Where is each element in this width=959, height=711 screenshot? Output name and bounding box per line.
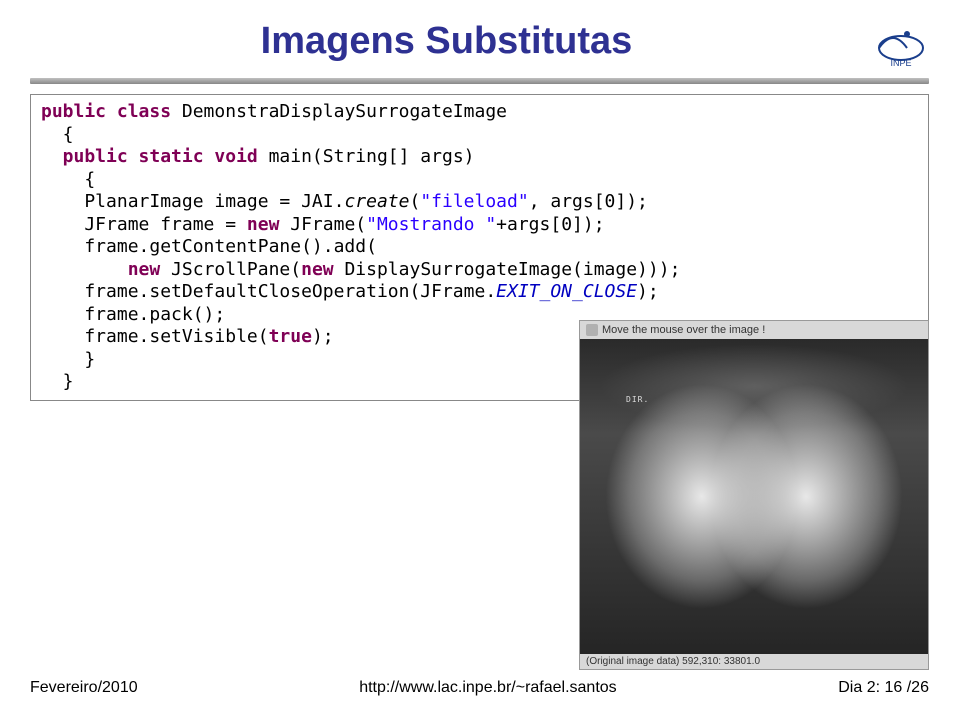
- code-token: +args[0]);: [496, 214, 604, 235]
- code-token: JFrame frame =: [41, 214, 247, 235]
- code-token: (: [409, 191, 420, 212]
- preview-status-bar: (Original image data) 592,310: 33801.0: [580, 654, 928, 669]
- code-token: );: [637, 281, 659, 302]
- footer: Fevereiro/2010 http://www.lac.inpe.br/~r…: [0, 679, 959, 697]
- logo-text: INPE: [890, 58, 911, 68]
- window-icon: [586, 324, 598, 336]
- code-token: frame.getContentPane().add(: [41, 236, 377, 257]
- code-token: public static void: [41, 146, 258, 167]
- code-token: new: [301, 259, 334, 280]
- xray-dir-label: DIR.: [626, 395, 649, 404]
- footer-page: Dia 2: 16 /26: [838, 679, 929, 697]
- xray-image: DIR.: [580, 339, 928, 654]
- footer-url: http://www.lac.inpe.br/~rafael.santos: [359, 679, 616, 697]
- code-token: new: [247, 214, 280, 235]
- code-token: frame.pack();: [41, 304, 225, 325]
- code-token: DisplaySurrogateImage(image)));: [334, 259, 681, 280]
- code-token: "Mostrando ": [366, 214, 496, 235]
- code-token: EXIT_ON_CLOSE: [496, 281, 637, 302]
- code-token: public class: [41, 101, 171, 122]
- footer-date: Fevereiro/2010: [30, 679, 138, 697]
- preview-title-text: Move the mouse over the image !: [602, 324, 765, 336]
- code-token: , args[0]);: [529, 191, 648, 212]
- code-token: new: [41, 259, 160, 280]
- code-token: JFrame(: [279, 214, 366, 235]
- code-token: create: [344, 191, 409, 212]
- code-token: PlanarImage image = JAI.: [41, 191, 344, 212]
- image-preview-window: Move the mouse over the image ! DIR. (Or…: [579, 320, 929, 670]
- code-token: }: [41, 349, 95, 370]
- code-token: );: [312, 326, 334, 347]
- footer-page-number: 16 /26: [880, 679, 929, 696]
- code-token: "fileload": [420, 191, 528, 212]
- code-token: frame.setVisible(: [41, 326, 269, 347]
- code-token: {: [41, 169, 95, 190]
- code-token: JScrollPane(: [160, 259, 301, 280]
- page-title: Imagens Substitutas: [30, 20, 863, 63]
- code-token: }: [41, 371, 74, 392]
- footer-day-label: Dia 2:: [838, 679, 880, 696]
- code-token: main(String[] args): [258, 146, 475, 167]
- inpe-logo: INPE: [873, 20, 929, 68]
- title-divider: [30, 78, 929, 84]
- code-token: frame.setDefaultCloseOperation(JFrame.: [41, 281, 496, 302]
- code-token: true: [269, 326, 312, 347]
- preview-title-bar: Move the mouse over the image !: [580, 321, 928, 339]
- code-token: DemonstraDisplaySurrogateImage: [171, 101, 507, 122]
- code-token: {: [41, 124, 74, 145]
